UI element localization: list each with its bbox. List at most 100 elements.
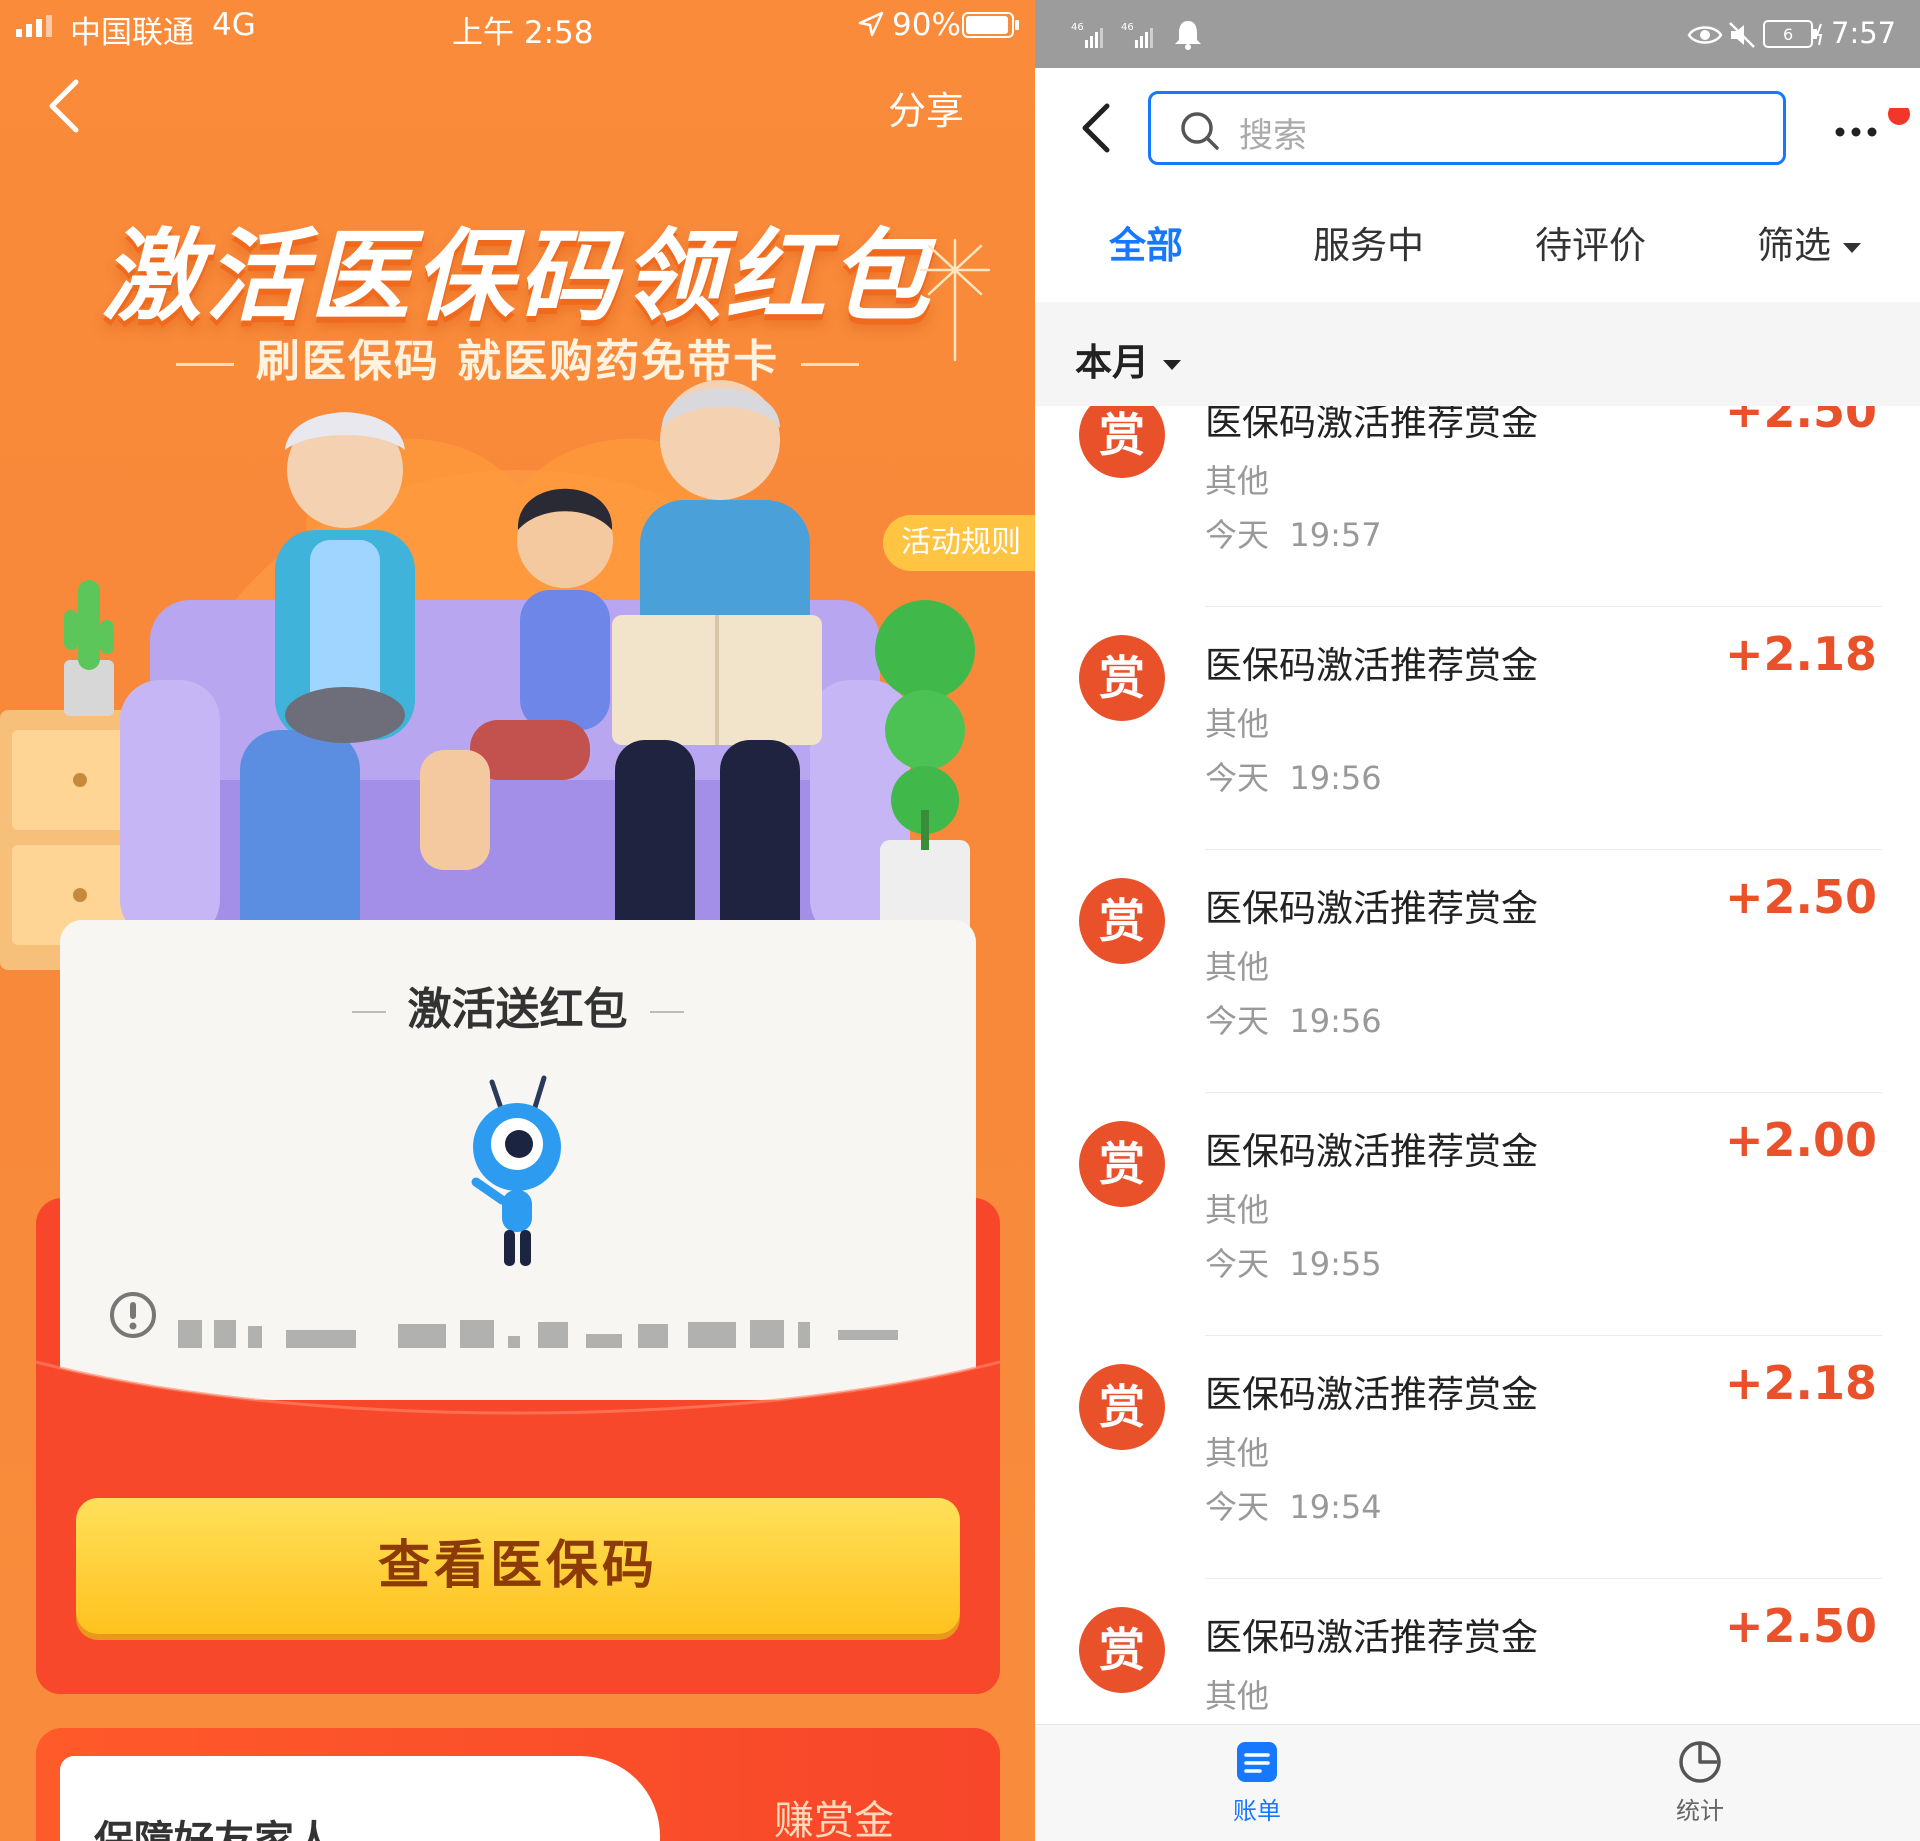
left-screenshot-activity-page: 中国联通 4G 上午 2:58 90% 分享 激活医保码领红包 刷医保码 就医购… [0,0,1035,1841]
back-arrow-icon[interactable] [1079,100,1113,156]
tab-bill[interactable]: 账单 [1187,1739,1327,1826]
carrier-label: 中国联通 [70,15,194,51]
divider [175,362,234,366]
chevron-down-icon [1163,359,1181,370]
tab-stats[interactable]: 统计 [1630,1739,1770,1826]
month-filter-label: 本月 [1075,341,1149,384]
reward-badge-icon: 赏 [1079,406,1165,478]
invite-friends-card[interactable]: 保障好友家人 赚赏金 [36,1728,1000,1841]
transaction-date: 今天 19:56 [1205,753,1382,799]
reward-badge-icon: 赏 [1079,1607,1165,1693]
pie-chart-icon [1679,1741,1721,1783]
transaction-date: 今天 19:56 [1205,996,1382,1042]
transaction-amount: +2.50 [1724,1599,1877,1653]
transaction-title: 医保码激活推荐赏金 [1205,887,1538,930]
earn-bounty-label[interactable]: 赚赏金 [774,1788,894,1841]
svg-text:46: 46 [1121,22,1134,33]
transaction-amount: +2.50 [1724,870,1877,924]
eye-comfort-icon [1687,26,1723,44]
transaction-category: 其他 [1205,705,1270,743]
search-icon [1181,112,1219,150]
signal-icon [16,15,52,37]
month-filter-bar: 本月 [1035,302,1920,406]
list-item[interactable]: 赏 医保码激活推荐赏金 +2.50 其他 今天 19:56 [1035,850,1920,1093]
transaction-time: 19:57 [1289,516,1382,554]
svg-text:46: 46 [1071,22,1084,33]
status-bar: 46 46 6 7:57 [1035,0,1920,68]
status-time: 7:57 [1831,16,1897,50]
divider [351,1011,386,1013]
battery-icon: 6 [1763,20,1823,48]
transaction-title: 医保码激活推荐赏金 [1205,1373,1538,1416]
transaction-amount: +2.50 [1724,406,1877,438]
view-medical-code-button[interactable]: 查看医保码 [76,1498,960,1634]
warning-icon [110,1292,156,1338]
reward-badge-icon: 赏 [1079,878,1165,964]
transaction-category: 其他 [1205,1191,1270,1229]
list-item[interactable]: 赏 医保码激活推荐赏金 +2.18 其他 今天 19:54 [1035,1336,1920,1579]
battery-icon [962,12,1019,38]
invite-label: 保障好友家人 [94,1818,334,1841]
transaction-amount: +2.00 [1724,1113,1877,1167]
search-input[interactable]: 搜索 [1148,91,1786,165]
transaction-time: 19:55 [1289,1245,1382,1283]
tab-pending-review[interactable]: 待评价 [1535,215,1646,269]
transaction-category: 其他 [1205,948,1270,986]
list-item[interactable]: 赏 医保码激活推荐赏金 +2.00 其他 今天 19:55 [1035,1093,1920,1336]
transaction-date: 今天 19:55 [1205,1239,1382,1285]
transaction-title: 医保码激活推荐赏金 [1205,1130,1538,1173]
transaction-category: 其他 [1205,1434,1270,1472]
bill-icon [1237,1742,1277,1782]
transaction-day: 今天 [1205,516,1270,554]
reward-badge-icon: 赏 [1079,635,1165,721]
reward-badge-icon: 赏 [1079,1121,1165,1207]
envelope-title-text: 激活送红包 [407,984,628,1035]
right-screenshot-bill-list: 46 46 6 7:57 搜索 全部 服务中 待评价 筛选 本月 赏 医保码激活… [1035,0,1920,1841]
transaction-category: 其他 [1205,1677,1270,1715]
tab-filter[interactable]: 筛选 [1757,215,1861,269]
battery-level: 6 [1783,25,1793,44]
divider [801,362,860,366]
back-arrow-icon[interactable] [44,78,84,134]
transaction-time: 19:56 [1289,1002,1382,1040]
more-options-icon[interactable] [1832,108,1912,148]
transaction-date: 今天 19:57 [1205,510,1382,556]
family-sofa-illustration [0,380,975,980]
transaction-amount: +2.18 [1724,627,1877,681]
status-bar: 中国联通 4G 上午 2:58 90% [0,0,1035,52]
ant-mascot-icon [471,1075,561,1266]
search-placeholder: 搜索 [1239,116,1307,156]
transaction-day: 今天 [1205,1245,1270,1283]
list-item[interactable]: 赏 医保码激活推荐赏金 +2.18 其他 今天 19:56 [1035,607,1920,850]
reward-badge-icon: 赏 [1079,1364,1165,1450]
transaction-category: 其他 [1205,462,1270,500]
transaction-amount: +2.18 [1724,1356,1877,1410]
list-item[interactable]: 赏 医保码激活推荐赏金 +2.50 其他 今天 19:57 [1035,406,1920,607]
signal-icon: 46 46 [1071,22,1153,48]
transaction-list: 赏 医保码激活推荐赏金 +2.50 其他 今天 19:57 赏 医保码激活推荐赏… [1035,406,1920,1724]
location-arrow-icon [858,11,884,37]
divider [649,1011,684,1013]
chevron-down-icon [1843,242,1861,253]
transaction-time: 19:56 [1289,759,1382,797]
transaction-title: 医保码激活推荐赏金 [1205,644,1538,687]
notification-bell-icon [1175,21,1201,50]
status-time: 上午 2:58 [452,15,594,51]
transaction-title: 医保码激活推荐赏金 [1205,1616,1538,1659]
tab-filter-label: 筛选 [1757,224,1831,267]
month-filter-dropdown[interactable]: 本月 [1075,332,1181,386]
share-button[interactable]: 分享 [888,80,964,135]
tab-stats-label: 统计 [1676,1797,1724,1825]
filter-tabs: 全部 服务中 待评价 筛选 [1035,215,1920,285]
transaction-day: 今天 [1205,1002,1270,1040]
tab-bill-label: 账单 [1233,1797,1281,1825]
transaction-date: 今天 19:54 [1205,1482,1382,1528]
transaction-day: 今天 [1205,759,1270,797]
tab-all[interactable]: 全部 [1109,215,1183,269]
hero-title: 激活医保码领红包 [101,218,934,335]
tab-in-service[interactable]: 服务中 [1313,215,1424,269]
activity-rules-button[interactable]: 活动规则 [883,515,1035,571]
list-item[interactable]: 赏 医保码激活推荐赏金 +2.50 其他 [1035,1579,1920,1724]
transaction-time: 19:54 [1289,1488,1382,1526]
transaction-day: 今天 [1205,1488,1270,1526]
